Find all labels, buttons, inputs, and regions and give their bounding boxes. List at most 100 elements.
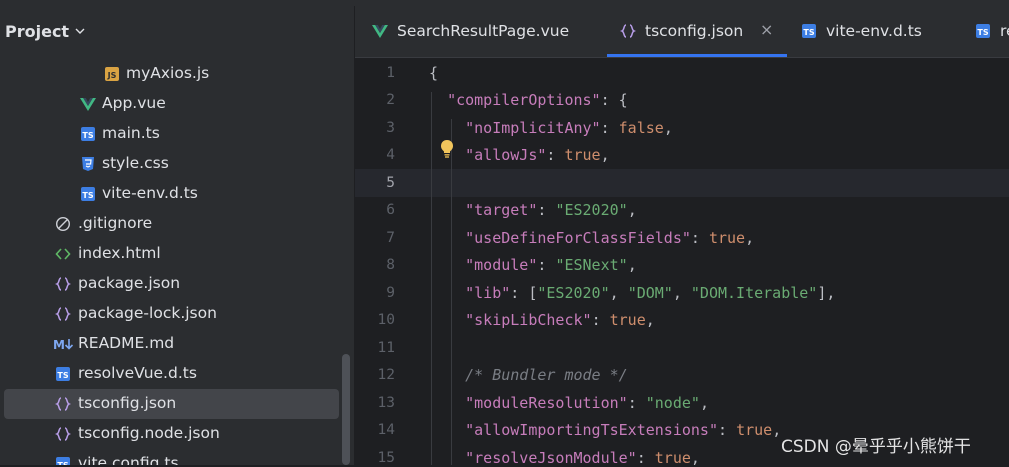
code-line[interactable]: /* Bundler mode */	[429, 366, 628, 384]
code-line[interactable]: "skipLibCheck": true,	[429, 311, 655, 329]
code-line[interactable]: "lib": ["ES2020", "DOM", "DOM.Iterable"]…	[429, 284, 835, 302]
tab-label: SearchResultPage.vue	[397, 22, 570, 40]
tree-item-tsconfig-json[interactable]: tsconfig.json	[4, 389, 339, 419]
code-line[interactable]: "moduleResolution": "node",	[429, 394, 709, 412]
ts-file-icon: TS	[802, 24, 816, 38]
ts-file-icon: TS	[56, 367, 70, 381]
ts-file-icon: TS	[81, 127, 95, 141]
line-number: 3	[386, 120, 395, 136]
svg-text:TS: TS	[82, 191, 93, 200]
svg-text:TS: TS	[82, 131, 93, 140]
markdown-file-icon: M	[53, 338, 74, 352]
json-file-icon	[55, 427, 71, 441]
code-line[interactable]: "compilerOptions": {	[429, 91, 628, 109]
line-number: 6	[386, 202, 395, 218]
code-line[interactable]: "target": "ES2020",	[429, 201, 637, 219]
active-tab-indicator	[607, 54, 787, 57]
tab-vite-env-d-ts[interactable]: TS vite-env.d.ts	[801, 6, 941, 57]
ts-file-icon: TS	[56, 457, 70, 465]
code-line[interactable]: "noImplicitAny": false,	[429, 119, 673, 137]
tree-item-label: App.vue	[102, 94, 166, 112]
line-number: 1	[386, 65, 395, 81]
line-number: 8	[386, 257, 395, 273]
tree-item-label: vite-env.d.ts	[102, 184, 198, 202]
line-number: 9	[386, 285, 395, 301]
tab-label: re	[1000, 22, 1009, 40]
tree-item-readme[interactable]: M README.md	[0, 329, 354, 359]
ts-file-icon: TS	[81, 187, 95, 201]
project-panel-header[interactable]: Project	[0, 6, 354, 57]
tree-item-label: .gitignore	[78, 214, 153, 232]
line-number: 15	[377, 450, 395, 466]
tree-item-label: README.md	[78, 334, 175, 352]
json-file-icon	[55, 397, 71, 411]
tree-item-package-lock-json[interactable]: package-lock.json	[0, 299, 354, 329]
tab-label: vite-env.d.ts	[826, 22, 922, 40]
svg-text:TS: TS	[803, 28, 814, 37]
tree-item-label: package-lock.json	[78, 304, 217, 322]
ts-file-icon: TS	[976, 24, 990, 38]
tree-item-label: index.html	[78, 244, 161, 262]
tree-item-style-css[interactable]: style.css	[0, 149, 354, 179]
code-line[interactable]: "resolveJsonModule": true,	[429, 449, 700, 467]
tree-item-index-html[interactable]: index.html	[0, 239, 354, 269]
tree-item-main-ts[interactable]: TS main.ts	[0, 119, 354, 149]
line-number: 10	[377, 312, 395, 328]
tree-item-package-json[interactable]: package.json	[0, 269, 354, 299]
chevron-down-icon[interactable]	[73, 24, 87, 38]
line-number: 13	[377, 395, 395, 411]
tree-item-vite-config[interactable]: TS vite.config.ts	[0, 449, 354, 465]
tab-tsconfig-json[interactable]: tsconfig.json ×	[607, 6, 787, 57]
line-number: 14	[377, 422, 395, 438]
editor-area: SearchResultPage.vue tsconfig.json × TS …	[355, 6, 1009, 467]
svg-text:TS: TS	[57, 371, 68, 380]
vue-file-icon	[372, 25, 388, 38]
js-file-icon: JS	[105, 67, 119, 81]
svg-text:TS: TS	[977, 28, 988, 37]
tree-item-label: style.css	[102, 154, 169, 172]
svg-text:TS: TS	[57, 461, 68, 465]
code-line[interactable]: "module": "ESNext",	[429, 256, 637, 274]
tree-item-label: myAxios.js	[126, 64, 210, 82]
code-line[interactable]: "allowJs": true,	[429, 146, 610, 164]
html-file-icon	[55, 248, 71, 260]
tree-item-label: tsconfig.node.json	[78, 424, 220, 442]
tree-item-vite-env[interactable]: TS vite-env.d.ts	[0, 179, 354, 209]
json-file-icon	[55, 277, 71, 291]
code-line[interactable]: "allowImportingTsExtensions": true,	[429, 421, 781, 439]
vue-file-icon	[80, 98, 96, 111]
tab-overflow[interactable]: TS re	[975, 6, 1009, 57]
tab-searchresultpage-vue[interactable]: SearchResultPage.vue	[355, 6, 591, 57]
json-file-icon	[55, 307, 71, 321]
tree-item-label: package.json	[78, 274, 181, 292]
css-file-icon	[82, 157, 94, 171]
project-title[interactable]: Project	[5, 22, 69, 41]
tree-item-label: main.ts	[102, 124, 160, 142]
line-number: 4	[386, 147, 395, 163]
code-line[interactable]: "useDefineForClassFields": true,	[429, 229, 754, 247]
project-scrollbar[interactable]	[342, 354, 350, 465]
ignore-file-icon	[55, 216, 71, 232]
tab-label: tsconfig.json	[645, 22, 744, 40]
tree-item-gitignore[interactable]: .gitignore	[0, 209, 354, 239]
json-file-icon	[620, 24, 636, 38]
close-icon[interactable]: ×	[760, 20, 773, 39]
tree-item-myaxios[interactable]: JS myAxios.js	[0, 59, 354, 89]
tree-item-tsconfig-node-json[interactable]: tsconfig.node.json	[0, 419, 354, 449]
line-number: 7	[386, 230, 395, 246]
code-line[interactable]: {	[429, 64, 438, 82]
line-number: 12	[377, 367, 395, 383]
tree-item-label: tsconfig.json	[78, 394, 177, 412]
current-line-highlight	[355, 169, 1009, 197]
tree-item-app-vue[interactable]: App.vue	[0, 89, 354, 119]
watermark: CSDN @晕乎乎小熊饼干	[781, 437, 971, 457]
line-number: 11	[377, 340, 395, 356]
line-number: 5	[386, 175, 395, 191]
line-number: 2	[386, 92, 395, 108]
tree-item-label: vite.config.ts	[78, 454, 179, 465]
tree-item-label: resolveVue.d.ts	[78, 364, 197, 382]
svg-text:JS: JS	[107, 71, 117, 80]
tree-item-resolvevue[interactable]: TS resolveVue.d.ts	[0, 359, 354, 389]
svg-text:M: M	[53, 338, 65, 352]
project-panel: Project JS myAxios.js App.vue TS main.ts	[0, 6, 355, 465]
